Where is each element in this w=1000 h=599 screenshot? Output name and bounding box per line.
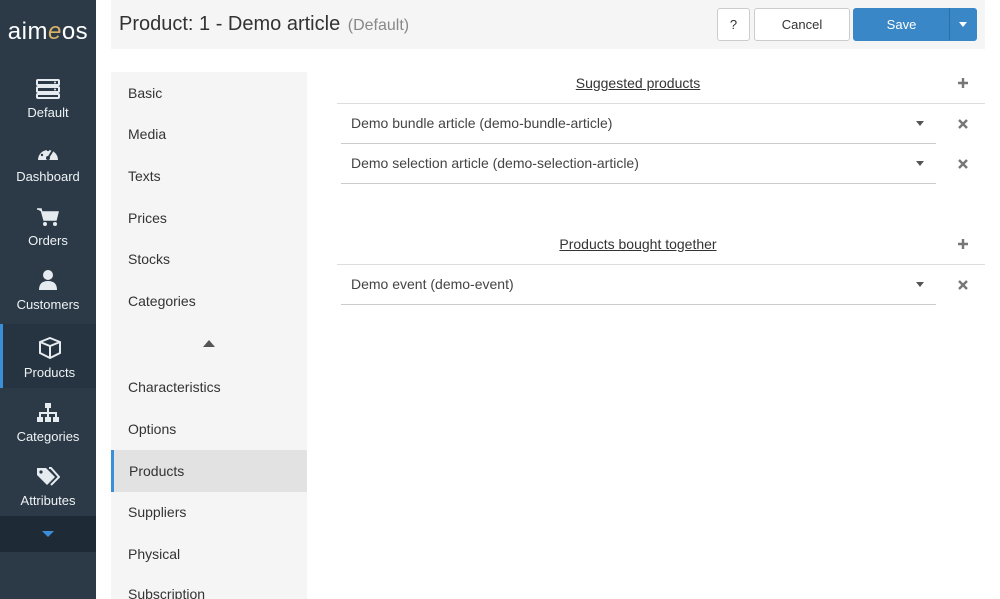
dashboard-icon	[38, 148, 58, 160]
save-options-button[interactable]	[949, 8, 977, 41]
nav-item-orders[interactable]: Orders	[0, 192, 96, 256]
nav-item-customers[interactable]: Customers	[0, 256, 96, 320]
dropdown-caret-icon	[916, 161, 924, 166]
page-header: Product: 1 - Demo article (Default) ? Ca…	[111, 0, 985, 49]
nav-item-default[interactable]: Default	[0, 64, 96, 128]
sitemap-icon	[37, 403, 59, 422]
cart-icon	[37, 208, 59, 226]
main-navigation: aim e os Default Dashboard Orders Custom…	[0, 0, 96, 599]
item-tabs: Basic Media Texts Prices Stocks Categori…	[111, 72, 307, 599]
tab-basic[interactable]: Basic	[111, 72, 307, 114]
remove-suggested-product-icon[interactable]	[957, 118, 969, 130]
nav-item-categories[interactable]: Categories	[0, 388, 96, 452]
nav-item-dashboard[interactable]: Dashboard	[0, 128, 96, 192]
tab-categories[interactable]: Categories	[111, 280, 307, 322]
page-subtitle: (Default)	[347, 17, 410, 34]
tags-icon	[37, 467, 60, 486]
user-icon	[39, 270, 57, 290]
server-icon	[36, 79, 60, 99]
tab-suppliers[interactable]: Suppliers	[111, 491, 307, 533]
remove-bought-together-icon[interactable]	[957, 279, 969, 291]
aimeos-logo[interactable]: aim e os	[0, 0, 96, 64]
tab-subscription[interactable]: Subscription	[111, 573, 307, 599]
tabs-collapse-button[interactable]	[111, 330, 307, 356]
remove-suggested-product-icon[interactable]	[957, 158, 969, 170]
suggested-products-title: Suggested products	[575, 75, 701, 91]
tab-texts[interactable]: Texts	[111, 155, 307, 197]
save-button[interactable]: Save	[853, 8, 950, 41]
box-icon	[38, 337, 61, 359]
chevron-down-icon	[42, 531, 54, 537]
tab-physical[interactable]: Physical	[111, 533, 307, 575]
tab-characteristics[interactable]: Characteristics	[111, 366, 307, 408]
tab-stocks[interactable]: Stocks	[111, 238, 307, 280]
add-suggested-product-icon[interactable]	[956, 76, 970, 90]
help-button[interactable]: ?	[717, 8, 750, 41]
tab-options[interactable]: Options	[111, 408, 307, 450]
caret-down-icon	[959, 22, 967, 27]
tab-prices[interactable]: Prices	[111, 197, 307, 239]
nav-more-button[interactable]	[0, 516, 96, 552]
add-bought-together-icon[interactable]	[956, 237, 970, 251]
page-title: Product: 1 - Demo article (Default)	[119, 13, 410, 35]
bought-together-title: Products bought together	[559, 236, 717, 252]
nav-item-attributes[interactable]: Attributes	[0, 452, 96, 516]
tab-media[interactable]: Media	[111, 113, 307, 155]
dropdown-caret-icon	[916, 282, 924, 287]
bought-together-select[interactable]: Demo event (demo-event)	[341, 265, 936, 305]
tab-products[interactable]: Products	[111, 450, 307, 492]
cancel-button[interactable]: Cancel	[754, 8, 850, 41]
suggested-product-select[interactable]: Demo bundle article (demo-bundle-article…	[341, 104, 936, 144]
suggested-product-select[interactable]: Demo selection article (demo-selection-a…	[341, 144, 936, 184]
dropdown-caret-icon	[916, 121, 924, 126]
caret-up-icon	[203, 339, 215, 347]
nav-item-products[interactable]: Products	[0, 324, 96, 388]
